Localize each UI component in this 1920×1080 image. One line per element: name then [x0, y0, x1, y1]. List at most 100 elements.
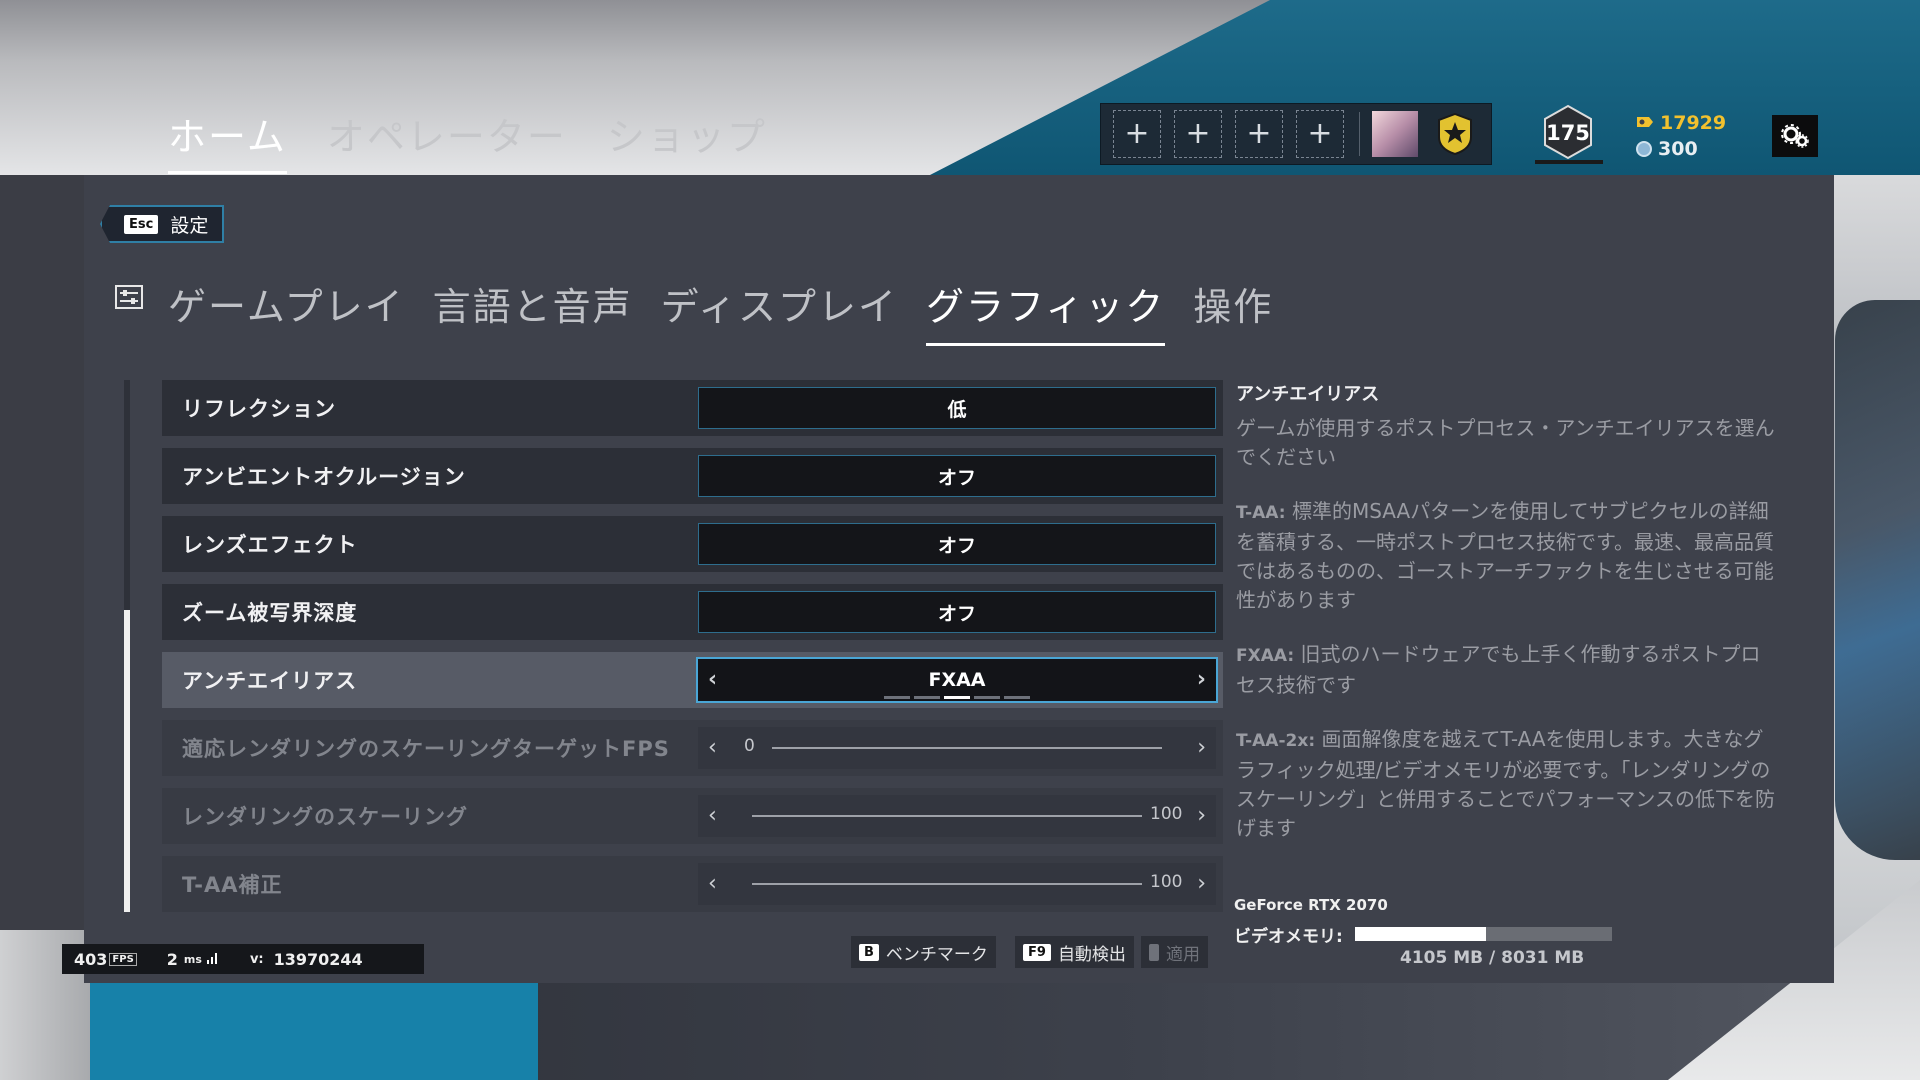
- slider-control: ‹ 100 ›: [698, 795, 1216, 837]
- squad-slot-plus-icon[interactable]: +: [1113, 110, 1161, 158]
- version-number: 13970244: [273, 949, 363, 969]
- background-operator-art: [1835, 300, 1920, 860]
- setting-label: ズーム被写界深度: [182, 601, 358, 625]
- setting-value[interactable]: 低: [698, 387, 1216, 429]
- key-hint: B: [859, 943, 879, 961]
- autodetect-button[interactable]: F9 自動検出: [1015, 936, 1134, 968]
- setting-label: レンダリングのスケーリング: [182, 805, 468, 829]
- background-bottom-blue-tile: [90, 983, 538, 1080]
- settings-list: リフレクション 低 アンビエントオクルージョン オフ レンズエフェクト オフ ズ…: [162, 380, 1223, 924]
- slider-value: 100: [1150, 872, 1183, 892]
- renown-icon: [1636, 110, 1654, 136]
- performance-stats: 403 FPS 2 ms v: 13970244: [62, 944, 424, 974]
- description-fxaa: FXAA: 旧式のハードウェアでも上手く作動するポストプロセス技術です: [1236, 640, 1776, 700]
- level-progress-bar: [1535, 160, 1603, 164]
- breadcrumb-label: 設定: [170, 214, 209, 237]
- fps-value: 403: [74, 949, 108, 969]
- tab-language-audio[interactable]: 言語と音声: [433, 276, 633, 346]
- fxaa-label: FXAA:: [1236, 646, 1295, 666]
- setting-row-ambient-occlusion[interactable]: アンビエントオクルージョン オフ: [162, 448, 1223, 504]
- r6-credits-icon: [1636, 141, 1652, 157]
- option-dot: [974, 696, 1000, 699]
- esc-key: Esc: [124, 214, 159, 234]
- button-label: 適用: [1166, 944, 1200, 965]
- chevron-left-icon[interactable]: ‹: [708, 667, 717, 692]
- tab-home[interactable]: ホーム: [168, 106, 287, 174]
- setting-selector[interactable]: ‹ FXAA ›: [696, 657, 1218, 703]
- description-taa2x: T-AA-2x: 画面解像度を越えてT-AAを使用します。大きなグラフィック処理…: [1236, 725, 1776, 843]
- ping-value: 2: [166, 949, 178, 969]
- description-title: アンチエイリアス: [1236, 384, 1380, 405]
- version-label: v:: [249, 951, 264, 967]
- squad-slot-plus-icon[interactable]: +: [1235, 110, 1283, 158]
- setting-label: アンチエイリアス: [182, 669, 358, 693]
- benchmark-button[interactable]: B ベンチマーク: [851, 936, 996, 968]
- gear-icon[interactable]: [1772, 115, 1818, 157]
- option-dot: [914, 696, 940, 699]
- gpu-name: GeForce RTX 2070: [1234, 896, 1388, 914]
- setting-row-zoom-dof[interactable]: ズーム被写界深度 オフ: [162, 584, 1223, 640]
- tab-graphics[interactable]: グラフィック: [925, 276, 1166, 346]
- setting-label: レンズエフェクト: [182, 533, 358, 557]
- vram-label: ビデオメモリ:: [1234, 927, 1343, 947]
- apply-button[interactable]: ​ 適用: [1141, 936, 1208, 968]
- credits-amount: 300: [1658, 138, 1698, 160]
- level-badge[interactable]: 175: [1540, 104, 1596, 160]
- settings-menu-icon: [115, 285, 143, 309]
- setting-value[interactable]: オフ: [698, 591, 1216, 633]
- setting-value: FXAA: [928, 669, 986, 691]
- setting-row-render-scaling: レンダリングのスケーリング ‹ 100 ›: [162, 788, 1223, 844]
- setting-value[interactable]: オフ: [698, 523, 1216, 565]
- slider-track: [752, 883, 1142, 885]
- chevron-right-icon: ›: [1197, 871, 1206, 896]
- option-dot: [1004, 696, 1030, 699]
- tab-display[interactable]: ディスプレイ: [661, 276, 898, 346]
- chevron-left-icon: ‹: [708, 871, 717, 896]
- key-hint: ​: [1149, 943, 1159, 961]
- slider-track: [772, 747, 1162, 749]
- vram-usage: 4105 MB / 8031 MB: [1400, 948, 1585, 968]
- setting-label: アンビエントオクルージョン: [182, 465, 466, 489]
- tab-operators[interactable]: オペレーター: [327, 106, 567, 174]
- chevron-right-icon[interactable]: ›: [1197, 667, 1206, 692]
- renown-amount: 17929: [1660, 112, 1727, 134]
- setting-label: 適応レンダリングのスケーリングターゲットFPS: [182, 737, 670, 761]
- tab-controls[interactable]: 操作: [1193, 276, 1273, 346]
- option-dot: [884, 696, 910, 699]
- scrollbar-thumb[interactable]: [124, 610, 130, 912]
- setting-row-reflection[interactable]: リフレクション 低: [162, 380, 1223, 436]
- slider-control: ‹ 100 ›: [698, 863, 1216, 905]
- setting-row-anti-aliasing[interactable]: アンチエイリアス ‹ FXAA ›: [162, 652, 1223, 708]
- setting-value[interactable]: オフ: [698, 455, 1216, 497]
- credits-row: 300: [1636, 136, 1726, 162]
- level-number: 175: [1546, 121, 1590, 145]
- avatar[interactable]: [1372, 111, 1418, 157]
- vram-bar-fill: [1355, 927, 1486, 941]
- currency-display: 17929 300: [1636, 110, 1726, 162]
- settings-tabs: ゲームプレイ 言語と音声 ディスプレイ グラフィック 操作: [168, 276, 1273, 346]
- divider: [1359, 112, 1360, 156]
- setting-row-lens-effects[interactable]: レンズエフェクト オフ: [162, 516, 1223, 572]
- slider-track: [752, 815, 1142, 817]
- tab-gameplay[interactable]: ゲームプレイ: [168, 276, 405, 346]
- taa2x-text: 画面解像度を越えてT-AAを使用します。大きなグラフィック処理/ビデオメモリが必…: [1236, 727, 1775, 840]
- signal-icon: [206, 950, 220, 969]
- back-button[interactable]: Esc 設定: [100, 205, 225, 243]
- taa2x-label: T-AA-2x:: [1236, 731, 1316, 751]
- setting-label: リフレクション: [182, 397, 336, 421]
- taa-label: T-AA:: [1236, 503, 1286, 523]
- squad-slot-plus-icon[interactable]: +: [1296, 110, 1344, 158]
- slider-control: ‹ 0 ›: [698, 727, 1216, 769]
- chevron-right-icon: ›: [1197, 735, 1206, 760]
- slider-value: 100: [1150, 804, 1183, 824]
- tab-shop[interactable]: ショップ: [607, 106, 767, 174]
- renown-row: 17929: [1636, 110, 1726, 136]
- button-label: 自動検出: [1057, 944, 1126, 965]
- chevron-left-icon: ‹: [708, 803, 717, 828]
- slider-value: 0: [744, 736, 755, 756]
- ping-unit: ms: [183, 952, 202, 966]
- squad-slot-plus-icon[interactable]: +: [1174, 110, 1222, 158]
- rank-badge-icon[interactable]: [1432, 111, 1478, 157]
- chevron-right-icon: ›: [1197, 803, 1206, 828]
- squad-bar: + + + +: [1100, 103, 1492, 165]
